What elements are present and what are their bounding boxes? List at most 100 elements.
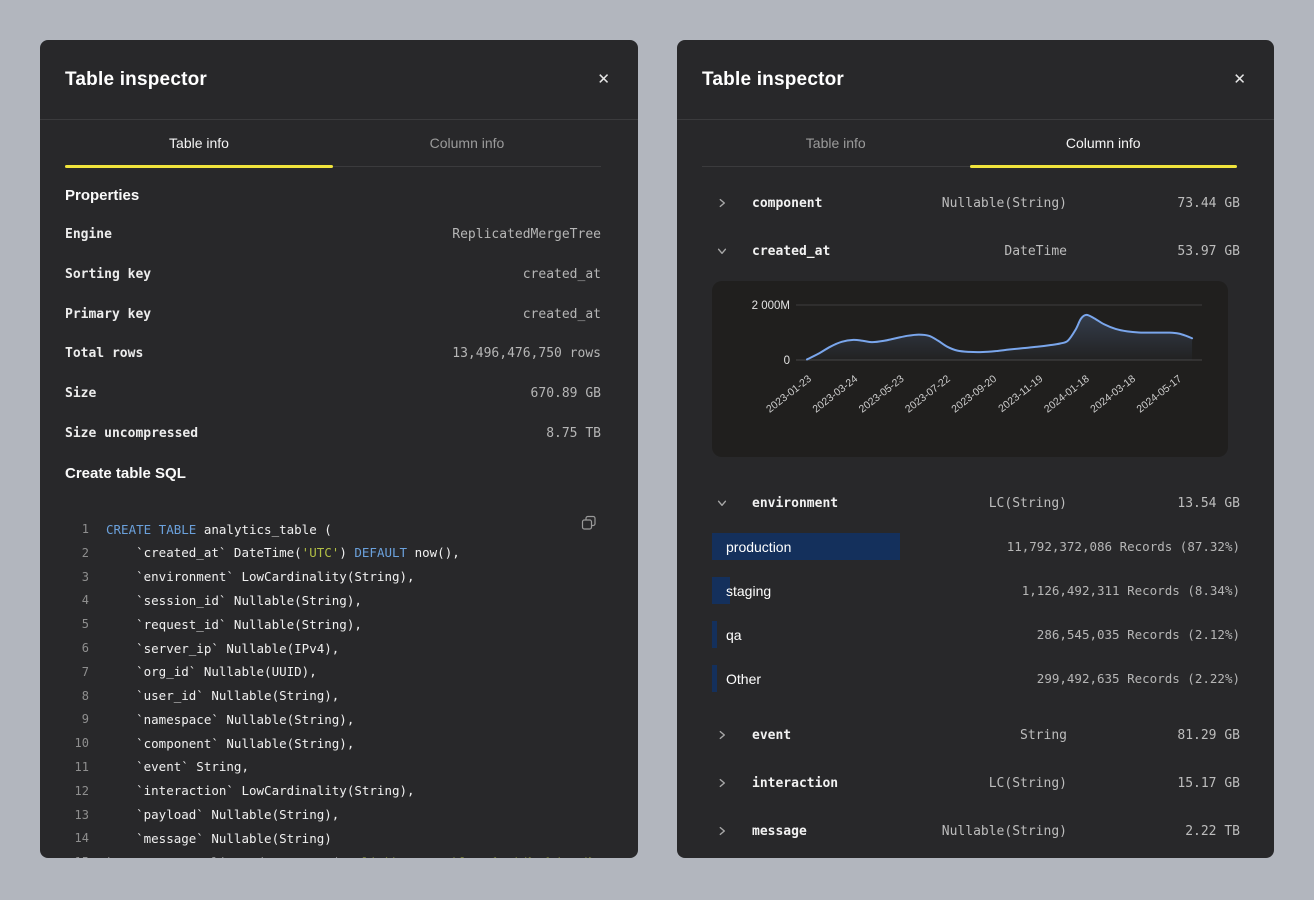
sql-line-number: 11 — [65, 760, 89, 774]
env-value-records: 286,545,035 Records (2.12%) — [1037, 627, 1240, 642]
sql-code-text: `org_id` Nullable(UUID), — [106, 664, 317, 679]
sql-code-text: `server_ip` Nullable(IPv4), — [106, 641, 339, 656]
chevron-right-icon[interactable] — [717, 778, 741, 788]
environment-values-group: production11,792,372,086 Records (87.32%… — [717, 533, 1240, 692]
column-row-event[interactable]: eventString81.29 GB — [717, 711, 1240, 759]
tab-column-info[interactable]: Column info — [333, 120, 601, 166]
chevron-down-icon[interactable] — [717, 498, 741, 508]
created-at-histogram: 2 000M02023-01-232023-03-242023-05-23202… — [712, 281, 1228, 457]
env-value-label: production — [726, 539, 791, 555]
sql-line: 14 `message` Nullable(String) — [65, 826, 601, 850]
column-size: 81.29 GB — [1067, 728, 1240, 743]
copy-icon[interactable] — [579, 513, 599, 536]
sql-line-number: 2 — [65, 546, 89, 560]
sql-code-text: `environment` LowCardinality(String), — [106, 569, 415, 584]
sql-line: 9 `namespace` Nullable(String), — [65, 708, 601, 732]
column-size: 15.17 GB — [1067, 776, 1240, 791]
property-row: Size uncompressed8.75 TB — [65, 413, 601, 453]
property-row: Size670.89 GB — [65, 374, 601, 414]
column-type: Nullable(String) — [904, 824, 1067, 839]
sql-line-number: 15 — [65, 855, 89, 858]
close-icon[interactable]: ✕ — [593, 68, 614, 91]
axis-tick-label: 2023-03-24 — [810, 373, 860, 416]
sql-line: 10 `component` Nullable(String), — [65, 731, 601, 755]
axis-tick-label: 0 — [784, 355, 790, 367]
tab-table-info[interactable]: Table info — [702, 120, 970, 166]
modal-header: Table inspector ✕ — [40, 40, 638, 120]
sql-line-number: 1 — [65, 522, 89, 536]
sql-code-text: CREATE TABLE analytics_table ( — [106, 522, 332, 537]
property-label: Sorting key — [65, 267, 151, 282]
sql-line-number: 8 — [65, 689, 89, 703]
create-table-sql-code: 1 CREATE TABLE analytics_table ( 2 `create… — [65, 517, 601, 858]
sql-code-text: `event` String, — [106, 759, 249, 774]
close-icon[interactable]: ✕ — [1229, 68, 1250, 91]
tab-column-info[interactable]: Column info — [970, 120, 1238, 166]
column-row-interaction[interactable]: interactionLC(String)15.17 GB — [717, 759, 1240, 807]
property-value: ReplicatedMergeTree — [452, 227, 601, 242]
column-name: interaction — [752, 776, 904, 791]
sql-line-number: 10 — [65, 736, 89, 750]
sql-code-text: `message` Nullable(String) — [106, 831, 332, 846]
property-label: Size — [65, 386, 96, 401]
tab-table-info[interactable]: Table info — [65, 120, 333, 166]
chevron-right-icon[interactable] — [717, 730, 741, 740]
axis-tick-label: 2024-05-17 — [1135, 373, 1185, 416]
axis-tick-label: 2023-09-20 — [949, 373, 999, 416]
sql-line: 8 `user_id` Nullable(String), — [65, 684, 601, 708]
sql-line-number: 9 — [65, 712, 89, 726]
env-value-records: 299,492,635 Records (2.22%) — [1037, 671, 1240, 686]
axis-tick-label: 2023-11-19 — [996, 373, 1045, 415]
table-inspector-modal-table-info: Table inspector ✕ Table info Column info… — [40, 40, 638, 858]
env-value-label: Other — [726, 671, 761, 687]
sql-line: 13 `payload` Nullable(String), — [65, 803, 601, 827]
create-table-sql-heading: Create table SQL — [65, 453, 601, 493]
sql-line-number: 3 — [65, 570, 89, 584]
sql-code-text: `interaction` LowCardinality(String), — [106, 783, 415, 798]
sql-line: 3 `environment` LowCardinality(String), — [65, 565, 601, 589]
axis-tick-label: 2024-03-18 — [1088, 373, 1138, 416]
tab-bar: Table info Column info — [702, 120, 1237, 167]
env-value-label: staging — [726, 583, 771, 599]
column-name: created_at — [752, 244, 904, 259]
column-size: 73.44 GB — [1067, 196, 1240, 211]
modal-title: Table inspector — [702, 69, 844, 91]
chevron-right-icon[interactable] — [717, 198, 741, 208]
axis-tick-label: 2 000M — [752, 300, 790, 312]
sql-code-text: `request_id` Nullable(String), — [106, 617, 362, 632]
table-inspector-modal-column-info: Table inspector ✕ Table info Column info… — [677, 40, 1274, 858]
axis-tick-label: 2023-01-23 — [764, 373, 814, 416]
sql-line: 5 `request_id` Nullable(String), — [65, 612, 601, 636]
columns-list: componentNullable(String)73.44 GBcreated… — [717, 179, 1240, 855]
column-row-environment[interactable]: environmentLC(String)13.54 GB — [717, 479, 1240, 527]
sql-line-number: 7 — [65, 665, 89, 679]
column-name: message — [752, 824, 904, 839]
column-name: event — [752, 728, 904, 743]
property-label: Engine — [65, 227, 112, 242]
chevron-down-icon[interactable] — [717, 246, 741, 256]
env-value-row: qa 286,545,035 Records (2.12%) — [717, 621, 1240, 648]
column-type: DateTime — [904, 244, 1067, 259]
column-type: Nullable(String) — [904, 196, 1067, 211]
column-row-created_at[interactable]: created_atDateTime53.97 GB — [717, 227, 1240, 275]
property-row: Sorting key created_at — [65, 255, 601, 295]
property-label: Primary key — [65, 307, 151, 322]
column-row-message[interactable]: messageNullable(String)2.22 TB — [717, 807, 1240, 855]
column-size: 53.97 GB — [1067, 244, 1240, 259]
chevron-right-icon[interactable] — [717, 826, 741, 836]
sql-line-number: 13 — [65, 808, 89, 822]
sql-code-text: `namespace` Nullable(String), — [106, 712, 354, 727]
modal-title: Table inspector — [65, 69, 207, 91]
column-size: 13.54 GB — [1067, 496, 1240, 511]
sql-line-number: 14 — [65, 831, 89, 845]
sql-line-number: 4 — [65, 593, 89, 607]
property-value: created_at — [523, 267, 601, 282]
column-type: LC(String) — [904, 496, 1067, 511]
sql-code-text: `created_at` DateTime('UTC') DEFAULT now… — [106, 545, 460, 560]
axis-tick-label: 2024-01-18 — [1042, 373, 1092, 416]
property-row: Total rows13,496,476,750 rows — [65, 334, 601, 374]
sql-line: 15) ENGINE = ReplicatedMergeTree('/click… — [65, 850, 601, 858]
sql-line: 7 `org_id` Nullable(UUID), — [65, 660, 601, 684]
env-value-label: qa — [726, 627, 742, 643]
column-row-component[interactable]: componentNullable(String)73.44 GB — [717, 179, 1240, 227]
